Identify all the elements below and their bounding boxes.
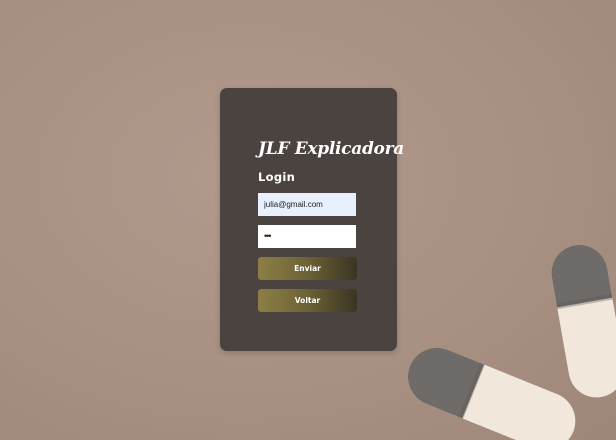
login-heading: Login	[258, 170, 296, 184]
password-field[interactable]: •••	[258, 225, 356, 248]
brand-title: JLF Explicadora	[258, 139, 404, 159]
password-mask: •••	[264, 231, 272, 241]
login-card: JLF Explicadora Login ••• Enviar Voltar	[220, 88, 404, 351]
pill-decoration	[407, 348, 576, 440]
submit-button[interactable]: Enviar	[258, 257, 357, 280]
back-button[interactable]: Voltar	[258, 289, 357, 312]
email-field[interactable]	[258, 193, 356, 216]
